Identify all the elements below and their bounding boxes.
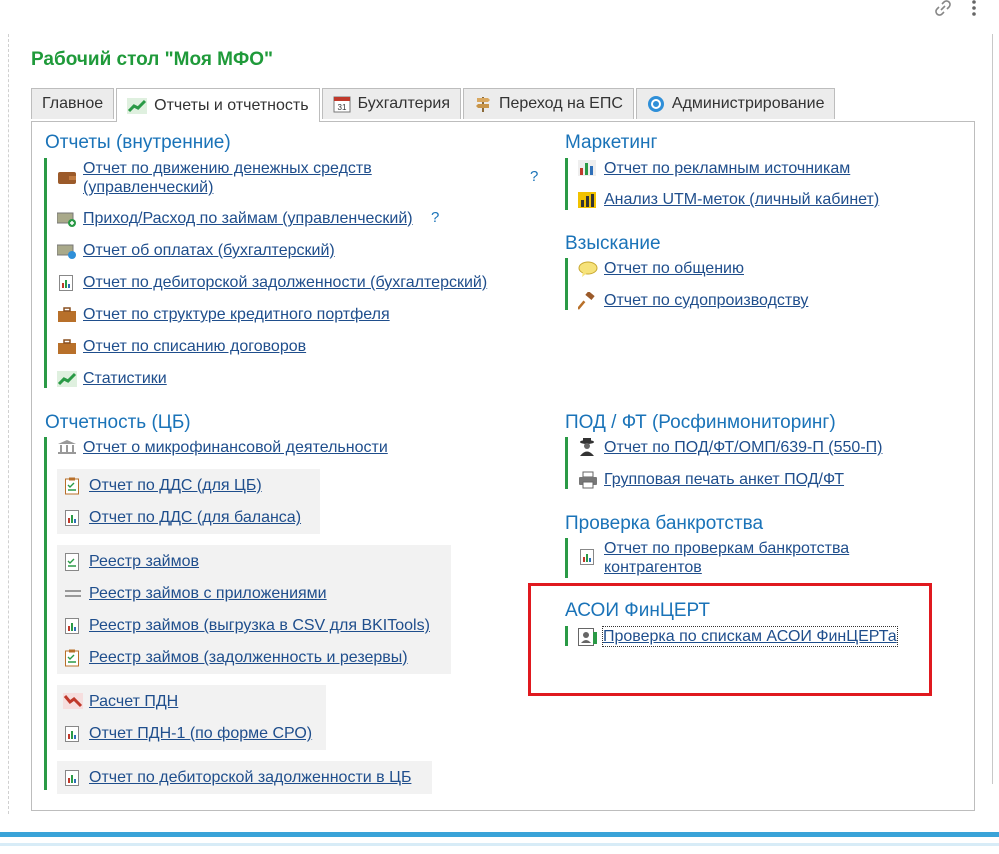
report-link[interactable]: Отчет по списанию договоров [83, 337, 306, 356]
gavel-icon [577, 291, 598, 310]
printer-icon [578, 471, 598, 489]
section-title-bankruptcy: Проверка банкротства [565, 513, 764, 534]
wallet-icon [57, 169, 77, 185]
chart-down-icon [63, 693, 83, 709]
briefcase-icon [57, 307, 77, 323]
signpost-icon [474, 95, 492, 113]
report-link[interactable]: Отчет по структуре кредитного портфеля [83, 305, 390, 324]
report-icon [59, 275, 79, 291]
calendar-icon: 31 [333, 95, 351, 113]
section-bar [565, 538, 568, 578]
link-icon[interactable] [933, 0, 953, 23]
section-bar [565, 437, 568, 489]
page-title: Рабочий стол "Моя МФО" [31, 49, 274, 70]
help-icon[interactable]: ? [530, 168, 538, 185]
section-bar [44, 437, 47, 790]
tab-label: Отчеты и отчетность [154, 96, 309, 114]
svg-text:31: 31 [337, 103, 346, 112]
tab-main[interactable]: Главное [31, 88, 115, 119]
tab-label: Бухгалтерия [357, 95, 450, 112]
section-title-collection: Взыскание [565, 233, 661, 254]
report-link[interactable]: Статистики [83, 369, 167, 388]
bottom-accent-bar [0, 832, 999, 837]
spy-icon [578, 438, 598, 456]
tab-label: Администрирование [671, 95, 825, 112]
report-link[interactable]: Отчет по проверкам банкротства контраген… [604, 539, 894, 577]
report-link[interactable]: Реестр займов (задолженность и резервы) [89, 648, 408, 667]
chart-up-icon [127, 97, 148, 114]
report-icon [65, 770, 85, 786]
money-icon [56, 243, 77, 259]
tab-eps[interactable]: Переход на ЕПС [463, 88, 634, 119]
document-check-icon [65, 553, 85, 571]
report-link[interactable]: Отчет по судопроизводству [604, 291, 808, 310]
report-link[interactable]: Групповая печать анкет ПОД/ФТ [604, 470, 844, 489]
bar-chart-icon [578, 160, 598, 176]
report-link[interactable]: Отчет по общению [604, 259, 744, 278]
section-title-pod-ft: ПОД / ФТ (Росфинмониторинг) [565, 412, 836, 433]
report-link[interactable]: Приход/Расход по займам (управленческий) [83, 209, 413, 228]
left-dashed-border [8, 34, 9, 814]
tab-label: Переход на ЕПС [499, 95, 623, 112]
gear-icon [647, 95, 665, 113]
report-link[interactable]: Отчет по рекламным источникам [604, 159, 850, 178]
report-link[interactable]: Реестр займов с приложениями [89, 584, 327, 603]
report-icon [65, 618, 85, 634]
briefcase-icon [57, 339, 77, 355]
highlight-box [528, 583, 932, 696]
help-icon[interactable]: ? [431, 209, 439, 226]
section-bar [565, 258, 568, 310]
report-link[interactable]: Отчет по ДДС (для ЦБ) [89, 476, 262, 495]
tab-admin[interactable]: Администрирование [635, 88, 836, 119]
money-plus-icon [56, 211, 77, 227]
report-link[interactable]: Реестр займов (выгрузка в CSV для BKIToo… [89, 616, 430, 635]
tab-bar: Главное Отчеты и отчетность 31 Бухгалтер… [31, 88, 837, 122]
report-link[interactable]: Анализ UTM-меток (личный кабинет) [604, 190, 879, 209]
clipboard-check-icon [65, 477, 85, 495]
speech-bubble-icon [578, 261, 598, 277]
section-bar [44, 158, 47, 388]
yellow-chart-icon [578, 192, 598, 208]
tab-accounting[interactable]: 31 Бухгалтерия [321, 88, 461, 119]
report-link[interactable]: Отчет по дебиторской задолженности (бухг… [83, 273, 487, 292]
report-icon [65, 726, 85, 742]
chart-up-icon [57, 371, 77, 387]
section-bar [565, 158, 568, 210]
section-title-reporting-cb: Отчетность (ЦБ) [45, 412, 191, 433]
report-link[interactable]: Отчет по движению денежных средств (упра… [83, 159, 413, 197]
report-link[interactable]: Отчет о микрофинансовой деятельности [83, 438, 388, 457]
bottom-accent-line [0, 843, 999, 846]
report-link[interactable]: Отчет об оплатах (бухгалтерский) [83, 241, 335, 260]
report-link[interactable]: Отчет по дебиторской задолженности в ЦБ [89, 768, 411, 787]
scrollbar[interactable] [992, 34, 993, 784]
tab-reports[interactable]: Отчеты и отчетность [116, 88, 320, 122]
report-link[interactable]: Отчет ПДН-1 (по форме СРО) [89, 724, 312, 743]
more-vertical-icon[interactable] [971, 0, 977, 22]
section-title-reports-internal: Отчеты (внутренние) [45, 132, 231, 153]
report-link[interactable]: Реестр займов [89, 552, 199, 571]
clipboard-check-icon [65, 649, 85, 667]
tab-label: Главное [42, 95, 104, 112]
section-title-marketing: Маркетинг [565, 132, 658, 153]
bank-icon [57, 439, 77, 455]
report-link[interactable]: Отчет по ДДС (для баланса) [89, 508, 301, 527]
report-link[interactable]: Расчет ПДН [89, 692, 178, 711]
report-icon [580, 549, 600, 565]
lines-icon [65, 586, 85, 602]
report-icon [65, 510, 85, 526]
report-link[interactable]: Отчет по ПОД/ФТ/ОМП/639-П (550-П) [604, 438, 882, 457]
